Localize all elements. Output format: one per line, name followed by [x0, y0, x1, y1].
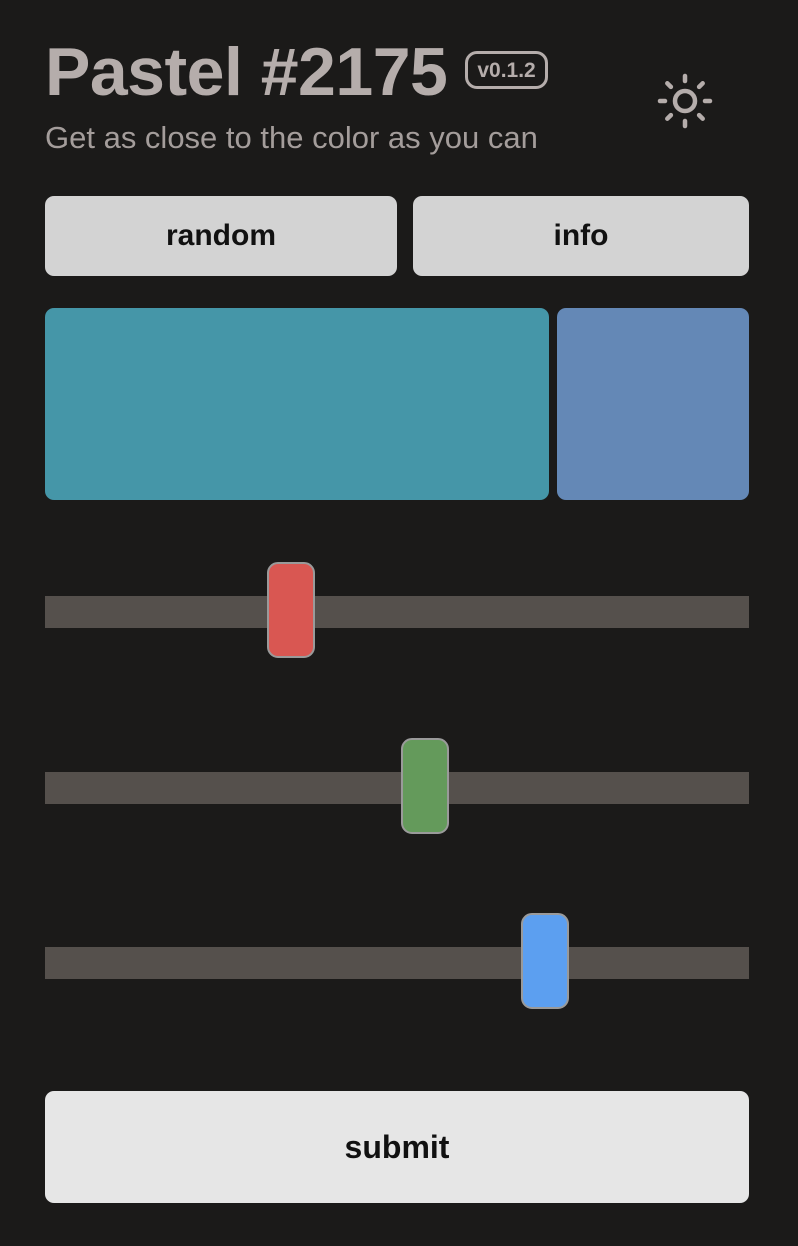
target-color-swatch — [45, 308, 549, 500]
header: Pastel #2175 v0.1.2 — [45, 32, 548, 112]
green-slider-thumb[interactable] — [401, 738, 450, 834]
red-slider[interactable] — [45, 562, 749, 662]
blue-slider-track[interactable] — [45, 947, 749, 979]
guess-color-swatch — [557, 308, 749, 500]
theme-toggle-button[interactable] — [656, 72, 714, 130]
random-button[interactable]: random — [45, 196, 397, 276]
blue-slider[interactable] — [45, 913, 749, 1013]
red-slider-track[interactable] — [45, 596, 749, 628]
submit-button[interactable]: submit — [45, 1091, 749, 1203]
version-badge: v0.1.2 — [465, 51, 548, 89]
green-slider[interactable] — [45, 738, 749, 838]
page-title: Pastel #2175 — [45, 34, 448, 110]
info-button[interactable]: info — [413, 196, 749, 276]
red-slider-thumb[interactable] — [267, 562, 316, 658]
blue-slider-thumb[interactable] — [520, 913, 569, 1009]
page-subtitle: Get as close to the color as you can — [45, 120, 538, 155]
app-root: Pastel #2175 v0.1.2 Get as close to the … — [0, 0, 798, 1246]
sun-icon — [657, 73, 713, 129]
green-slider-track[interactable] — [45, 772, 749, 804]
